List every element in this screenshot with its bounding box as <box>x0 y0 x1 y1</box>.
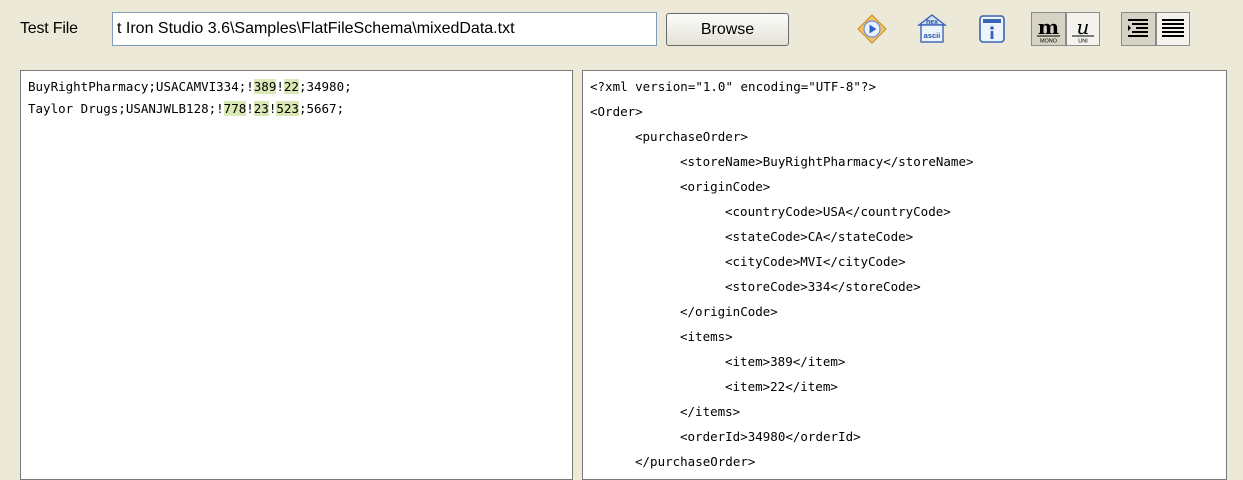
highlighted-field: 389 <box>253 79 277 94</box>
xml-line: <item>22</item> <box>725 379 838 394</box>
xml-line: <orderId>34980</orderId> <box>680 429 861 444</box>
input-text-segment: ! <box>276 79 284 94</box>
xml-line: </originCode> <box>680 304 778 319</box>
input-line: BuyRightPharmacy;USACAMVI334;!389!22;349… <box>28 76 352 98</box>
svg-text:MONO: MONO <box>1040 39 1058 45</box>
run-test-icon[interactable] <box>855 12 889 46</box>
xml-line: <?xml version="1.0" encoding="UTF-8"?> <box>590 79 876 94</box>
xml-line: <countryCode>USA</countryCode> <box>725 204 951 219</box>
svg-text:ascii: ascii <box>924 31 941 40</box>
align-justify-icon[interactable] <box>1156 12 1190 46</box>
input-line: Taylor Drugs;USANJWLB128;!778!23!523;566… <box>28 98 344 120</box>
xml-line: <storeCode>334</storeCode> <box>725 279 921 294</box>
browse-button[interactable]: Browse <box>666 13 789 46</box>
input-text-segment: ;5667; <box>298 101 345 116</box>
input-data-panel[interactable]: BuyRightPharmacy;USACAMVI334;!389!22;349… <box>20 70 573 480</box>
svg-text:u: u <box>1077 15 1090 39</box>
input-text-segment: BuyRightPharmacy;USACAMVI334;! <box>28 79 254 94</box>
info-icon[interactable] <box>975 12 1009 46</box>
xml-line: <item>389</item> <box>725 354 846 369</box>
input-text-segment: ;34980; <box>298 79 352 94</box>
highlighted-field: 778 <box>223 101 247 116</box>
test-file-path-input[interactable]: t Iron Studio 3.6\Samples\FlatFileSchema… <box>112 12 657 46</box>
svg-text:m: m <box>1038 15 1059 39</box>
align-indent-icon[interactable] <box>1121 12 1156 46</box>
xml-line: <cityCode>MVI</cityCode> <box>725 254 906 269</box>
xml-line: <purchaseOrder> <box>635 129 748 144</box>
toolbar: Test File t Iron Studio 3.6\Samples\Flat… <box>0 0 1243 66</box>
highlighted-field: 22 <box>283 79 299 94</box>
svg-text:UNI: UNI <box>1078 39 1088 45</box>
highlighted-field: 23 <box>253 101 269 116</box>
xml-line: <items> <box>680 329 733 344</box>
xml-line: <storeName>BuyRightPharmacy</storeName> <box>680 154 974 169</box>
hex-ascii-icon[interactable]: hex ascii <box>915 12 949 46</box>
xml-line: <originCode> <box>680 179 771 194</box>
xml-line: <Order> <box>590 104 643 119</box>
xml-line: </items> <box>680 404 741 419</box>
xml-output-panel[interactable]: <?xml version="1.0" encoding="UTF-8"?> <O… <box>582 70 1227 480</box>
highlighted-field: 523 <box>276 101 299 116</box>
unicode-font-icon[interactable]: u UNI <box>1066 12 1100 46</box>
mono-font-icon[interactable]: m MONO <box>1031 12 1066 46</box>
input-text-segment: Taylor Drugs;USANJWLB128;! <box>28 101 224 116</box>
xml-line: </purchaseOrder> <box>635 454 756 469</box>
svg-text:hex: hex <box>926 19 938 26</box>
input-text-segment: ! <box>246 101 254 116</box>
test-file-label: Test File <box>20 20 78 37</box>
xml-line: <stateCode>CA</stateCode> <box>725 229 914 244</box>
